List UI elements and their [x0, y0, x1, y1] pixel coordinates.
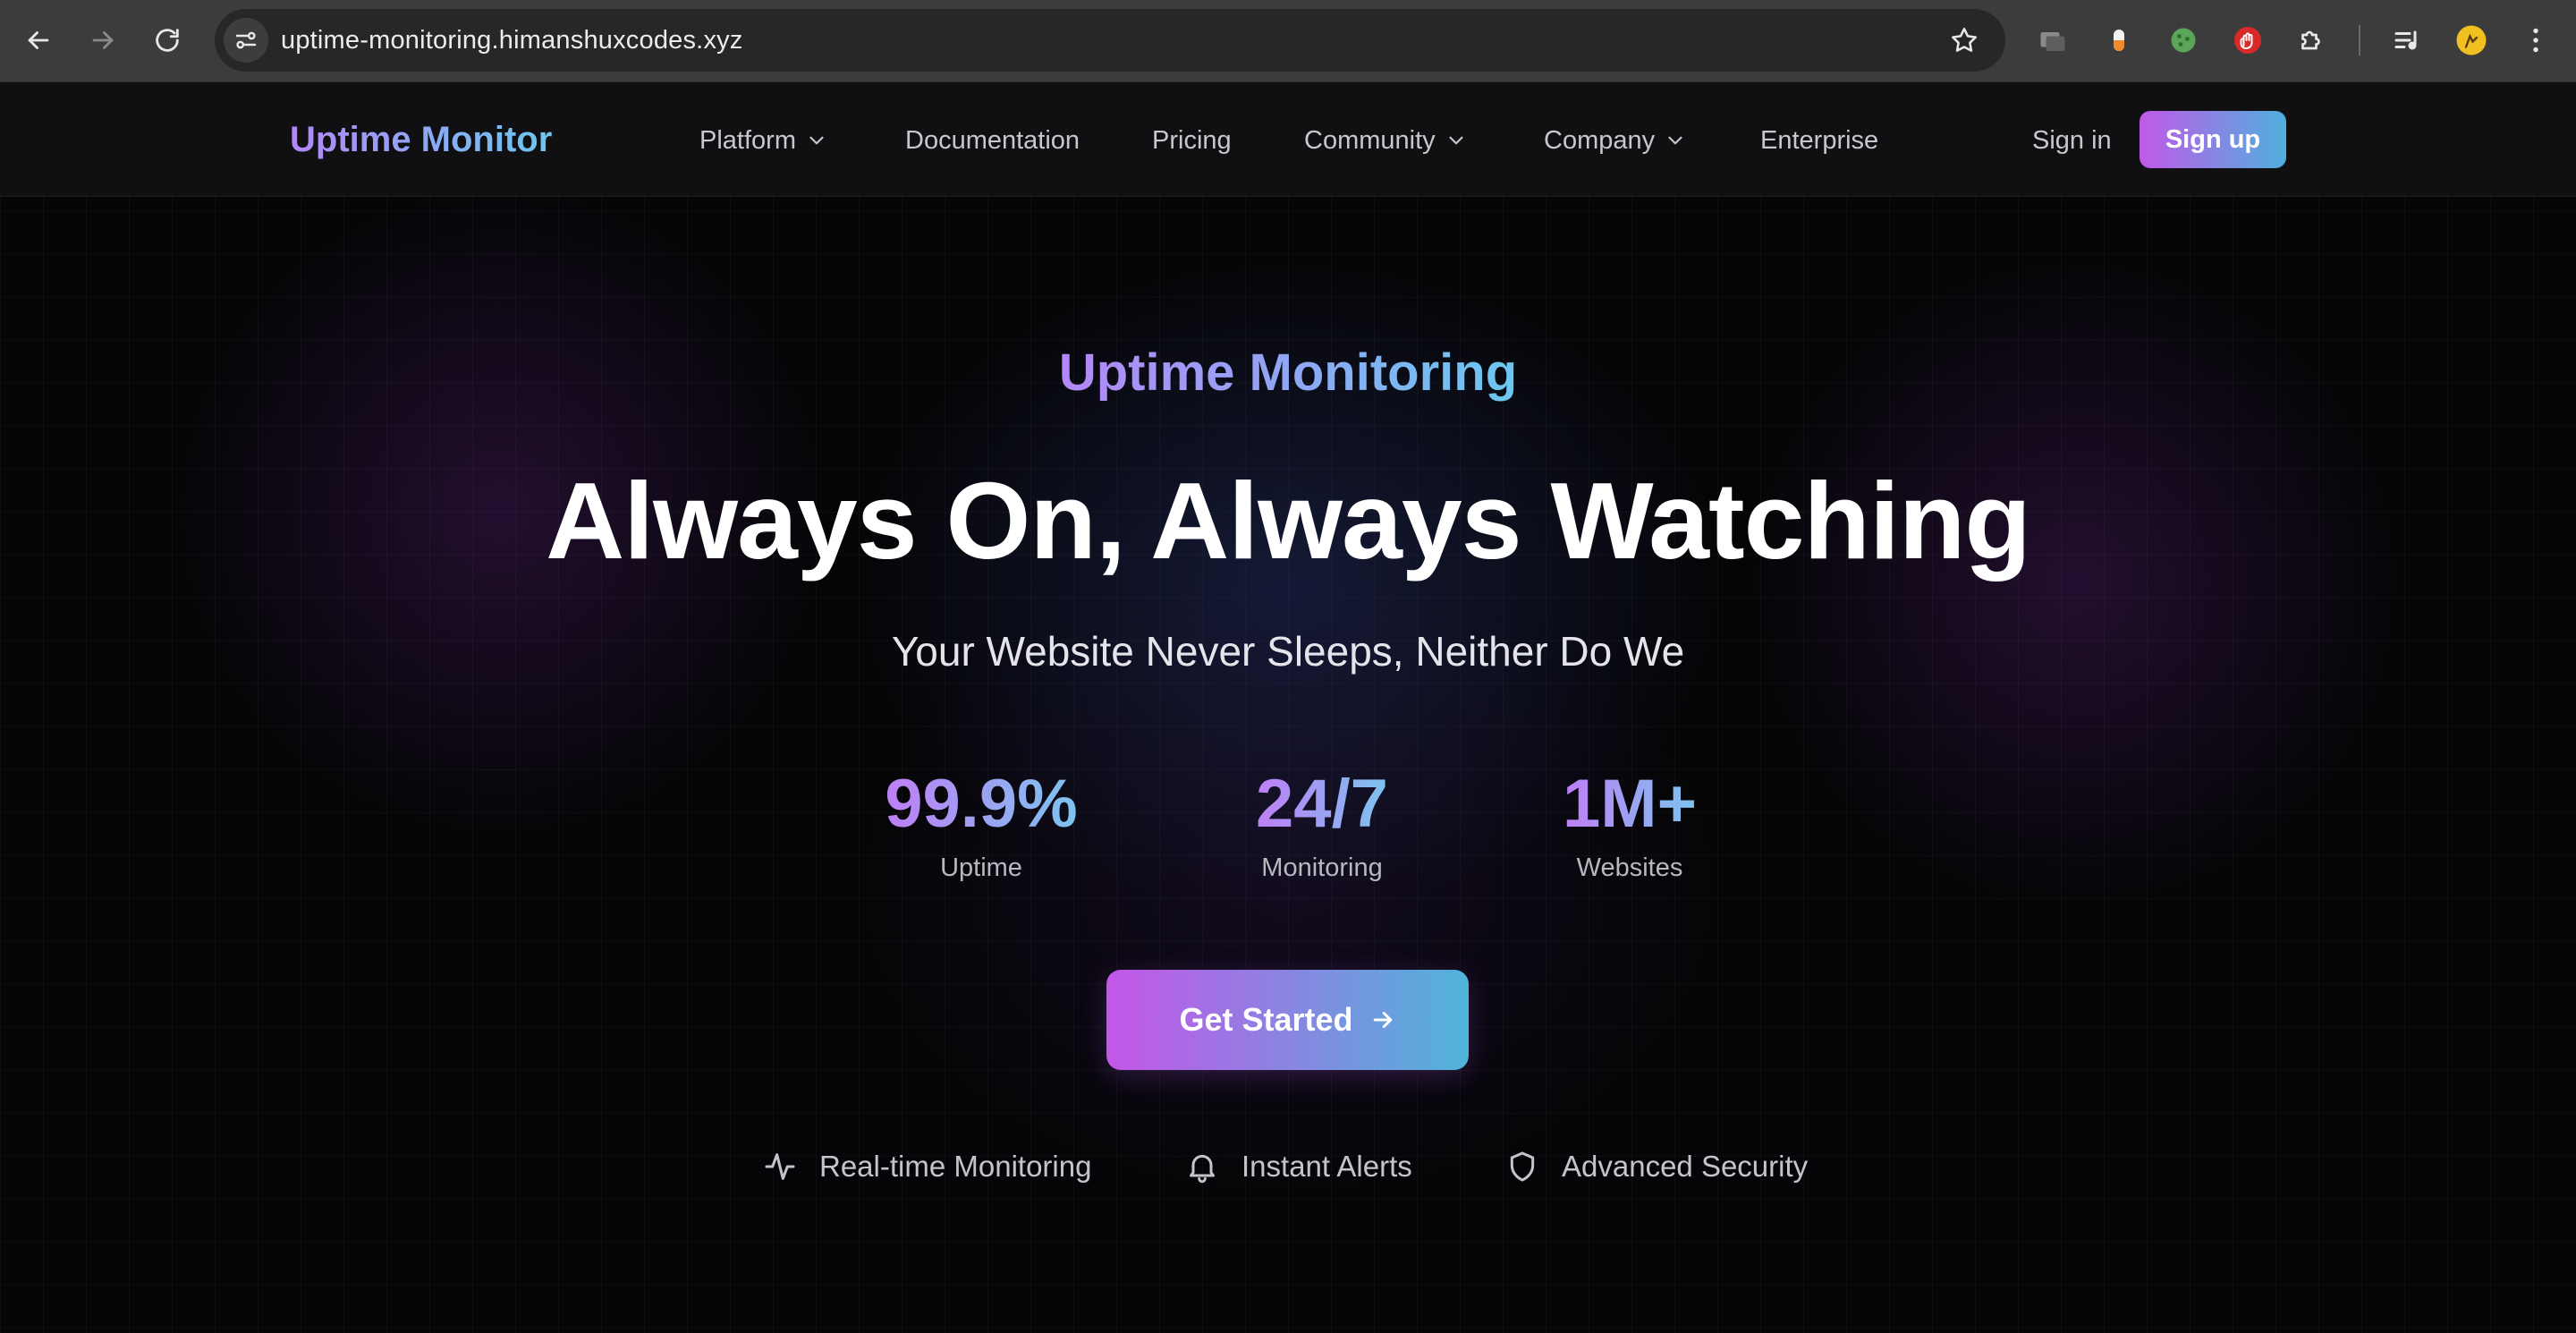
nav-community[interactable]: Community [1304, 118, 1468, 163]
url-text: uptime-monitoring.himanshuxcodes.xyz [281, 26, 743, 55]
get-started-button[interactable]: Get Started [1106, 970, 1469, 1070]
stat-websites: 1M+ Websites [1540, 764, 1719, 886]
stat-monitoring: 24/7 Monitoring [1224, 764, 1420, 886]
page-viewport: Uptime Monitor Platform Documentation Pr… [0, 82, 2576, 1333]
profile-avatar-button[interactable] [2451, 20, 2492, 61]
feature-label: Real-time Monitoring [819, 1150, 1092, 1183]
reload-icon [156, 29, 179, 52]
arrow-right-icon [1369, 1006, 1396, 1033]
feature-label: Instant Alerts [1241, 1150, 1412, 1183]
media-controls-button[interactable] [2386, 20, 2428, 61]
bell-icon [1184, 1149, 1220, 1184]
chevron-down-icon [805, 129, 828, 152]
nav-company[interactable]: Company [1544, 118, 1687, 163]
back-button[interactable] [16, 18, 61, 63]
nav-documentation-label: Documentation [905, 126, 1080, 155]
nav-documentation[interactable]: Documentation [905, 118, 1080, 163]
nav-community-label: Community [1304, 126, 1436, 155]
nav-enterprise-label: Enterprise [1760, 126, 1879, 155]
forward-button[interactable] [80, 18, 125, 63]
nav-platform-label: Platform [699, 126, 796, 155]
queue-music-icon [2394, 30, 2417, 50]
shield-icon [1504, 1149, 1540, 1184]
puzzle-icon [2301, 30, 2320, 50]
stat-label: Monitoring [1261, 853, 1383, 882]
get-started-label: Get Started [1179, 1001, 1353, 1038]
hand-stop-icon [2234, 27, 2261, 54]
arrow-right-icon [92, 31, 114, 49]
extensions-button[interactable] [2292, 20, 2333, 61]
browser-toolbar: uptime-monitoring.himanshuxcodes.xyz [0, 0, 2576, 82]
avatar-icon [2456, 25, 2487, 55]
site-header: Uptime Monitor Platform Documentation Pr… [0, 82, 2576, 197]
sign-in-link[interactable]: Sign in [2032, 118, 2112, 163]
chevron-down-icon [1445, 129, 1468, 152]
arrow-left-icon [28, 31, 49, 49]
feature-instant-alerts: Instant Alerts [1184, 1142, 1412, 1192]
stat-uptime: 99.9% Uptime [860, 764, 1102, 886]
browser-menu-button[interactable] [2515, 20, 2556, 61]
site-info-button[interactable] [224, 18, 268, 63]
more-vertical-icon [2533, 28, 2538, 53]
star-icon [1951, 27, 1978, 52]
cookie-icon [2171, 28, 2196, 53]
pill-icon [2114, 30, 2124, 51]
extension-blocker-button[interactable] [2227, 20, 2268, 61]
nav-platform[interactable]: Platform [699, 118, 828, 163]
stat-value: 24/7 [1256, 764, 1388, 845]
nav-pricing-label: Pricing [1152, 126, 1232, 155]
feature-label: Advanced Security [1562, 1150, 1809, 1183]
extension-tabs-button[interactable] [2032, 20, 2073, 61]
reload-button[interactable] [145, 18, 190, 63]
feature-advanced-security: Advanced Security [1504, 1142, 1808, 1192]
stat-value: 99.9% [885, 764, 1078, 845]
extension-pill-button[interactable] [2098, 20, 2140, 61]
extension-cookie-button[interactable] [2163, 20, 2204, 61]
stat-value: 1M+ [1563, 764, 1697, 845]
feature-realtime-monitoring: Real-time Monitoring [762, 1142, 1091, 1192]
hero-eyebrow: Uptime Monitoring [0, 342, 2576, 404]
activity-icon [762, 1149, 798, 1184]
nav-enterprise[interactable]: Enterprise [1760, 118, 1878, 163]
stat-label: Uptime [940, 853, 1022, 882]
brand-logo[interactable]: Uptime Monitor [290, 115, 552, 165]
nav-company-label: Company [1544, 126, 1656, 155]
stat-label: Websites [1576, 853, 1683, 882]
tune-icon [235, 31, 257, 49]
nav-pricing[interactable]: Pricing [1152, 118, 1232, 163]
hero-eyebrow-text: Uptime Monitoring [1058, 344, 1518, 402]
hero-headline: Always On, Always Watching [546, 460, 2031, 582]
chevron-down-icon [1664, 129, 1687, 152]
windows-icon [2040, 32, 2065, 51]
bookmark-star-button[interactable] [1946, 22, 1982, 58]
toolbar-divider [2359, 25, 2360, 55]
hero-subhead: Your Website Never Sleeps, Neither Do We [891, 628, 1685, 675]
sign-up-button[interactable]: Sign up [2140, 111, 2286, 168]
address-bar[interactable]: uptime-monitoring.himanshuxcodes.xyz [215, 9, 2005, 72]
